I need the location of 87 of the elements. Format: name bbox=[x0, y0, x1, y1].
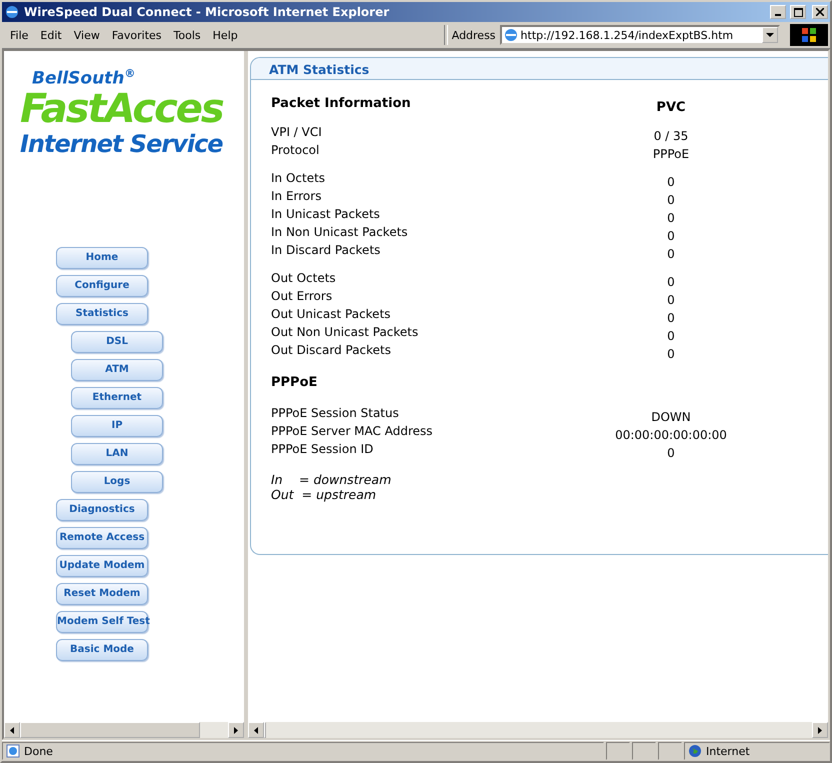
menu-item[interactable]: Edit bbox=[34, 26, 68, 44]
nav-button[interactable]: ATM bbox=[71, 358, 163, 381]
stat-value: 0 bbox=[666, 346, 676, 361]
section-heading: PPPoE bbox=[271, 375, 318, 390]
status-pane bbox=[658, 742, 682, 760]
panel-title: ATM Statistics bbox=[269, 62, 370, 77]
menu-item[interactable]: View bbox=[68, 26, 106, 44]
stat-label: In Non Unicast Packets bbox=[271, 225, 409, 241]
nav-button[interactable]: Logs bbox=[71, 470, 163, 493]
stat-value: 00:00:00:00:00:00 bbox=[614, 427, 728, 442]
scroll-right-arrow-icon[interactable] bbox=[816, 726, 824, 734]
legend-meaning: = upstream bbox=[302, 487, 376, 502]
close-icon bbox=[816, 8, 824, 16]
product-logo-text: FastAcces bbox=[20, 88, 223, 129]
stat-label: PPPoE Session ID bbox=[271, 442, 374, 458]
nav-button[interactable]: Diagnostics bbox=[56, 498, 148, 521]
stat-label: Out Errors bbox=[271, 289, 334, 305]
maximize-icon bbox=[794, 8, 802, 16]
scroll-left-arrow-icon[interactable] bbox=[252, 726, 260, 734]
stat-value: 0 bbox=[666, 274, 676, 289]
tagline-logo-text: Internet Service bbox=[20, 128, 223, 159]
close-button[interactable] bbox=[812, 5, 828, 19]
stat-label: PPPoE Server MAC Address bbox=[271, 424, 434, 440]
nav-button[interactable]: Configure bbox=[56, 274, 148, 297]
dropdown-arrow-icon[interactable] bbox=[766, 30, 774, 40]
nav-button[interactable]: Ethernet bbox=[71, 386, 163, 409]
stat-label: Protocol bbox=[271, 143, 320, 159]
windows-logo-icon bbox=[801, 27, 817, 43]
stat-label: Out Octets bbox=[271, 271, 337, 287]
scroll-right-arrow-icon[interactable] bbox=[232, 726, 240, 734]
address-field[interactable]: http://192.168.1.254/indexExptBS.htm bbox=[500, 25, 780, 45]
legend-term: In bbox=[271, 472, 284, 487]
page-icon bbox=[504, 28, 518, 42]
window-title: WireSpeed Dual Connect - Microsoft Internet Explorer bbox=[24, 5, 390, 19]
address-label: Address bbox=[452, 28, 496, 42]
nav-button[interactable]: LAN bbox=[71, 442, 163, 465]
status-text: Done bbox=[24, 744, 53, 758]
brand-logo-text: BellSouth$^{®}$ bbox=[32, 67, 136, 89]
stat-label: VPI / VCI bbox=[271, 125, 323, 141]
stat-value: 0 / 35 bbox=[652, 128, 690, 143]
stat-label: Out Non Unicast Packets bbox=[271, 325, 420, 341]
stat-label: In Errors bbox=[271, 189, 322, 205]
menu-item[interactable]: Tools bbox=[168, 26, 207, 44]
zone-text: Internet bbox=[706, 744, 750, 758]
stat-label: PPPoE Session Status bbox=[271, 406, 400, 422]
nav-button[interactable]: IP bbox=[71, 414, 163, 437]
stat-label: In Discard Packets bbox=[271, 243, 382, 259]
section-heading: Packet Information bbox=[271, 96, 412, 113]
browser-icon bbox=[4, 4, 20, 20]
stat-value: 0 bbox=[666, 174, 676, 189]
stat-value: DOWN bbox=[650, 409, 692, 424]
minimize-button[interactable] bbox=[770, 5, 786, 19]
stat-value: 0 bbox=[666, 328, 676, 343]
stat-value: 0 bbox=[666, 210, 676, 225]
menu-item[interactable]: File bbox=[4, 26, 34, 44]
legend-meaning: = downstream bbox=[299, 472, 392, 487]
stat-label: Out Discard Packets bbox=[271, 343, 392, 359]
nav-button[interactable]: Statistics bbox=[56, 302, 148, 325]
stat-value: 0 bbox=[666, 228, 676, 243]
maximize-button[interactable] bbox=[790, 5, 806, 19]
stat-value: 0 bbox=[666, 445, 676, 460]
nav-button[interactable]: Home bbox=[56, 246, 148, 269]
nav-button[interactable]: Remote Access bbox=[56, 526, 148, 549]
column-heading: PVC bbox=[655, 99, 687, 115]
nav-button[interactable]: Modem Self Test bbox=[56, 610, 148, 633]
stat-value: 0 bbox=[666, 310, 676, 325]
nav-button[interactable]: Basic Mode bbox=[56, 638, 148, 661]
status-pane bbox=[606, 742, 630, 760]
stat-label: In Octets bbox=[271, 171, 326, 187]
globe-icon bbox=[688, 744, 702, 758]
status-pane bbox=[632, 742, 656, 760]
nav-button[interactable]: Update Modem bbox=[56, 554, 148, 577]
menu-item[interactable]: Favorites bbox=[106, 26, 168, 44]
stat-value: 0 bbox=[666, 192, 676, 207]
menu-item[interactable]: Help bbox=[206, 26, 244, 44]
nav-button[interactable]: Reset Modem bbox=[56, 582, 148, 605]
horizontal-scrollbar[interactable] bbox=[248, 722, 828, 738]
stat-value: 0 bbox=[666, 292, 676, 307]
horizontal-scrollbar[interactable] bbox=[4, 722, 244, 738]
stat-label: Out Unicast Packets bbox=[271, 307, 392, 323]
page-icon bbox=[6, 744, 20, 758]
stat-label: In Unicast Packets bbox=[271, 207, 381, 223]
stat-value: PPPoE bbox=[652, 146, 690, 161]
nav-button[interactable]: DSL bbox=[71, 330, 163, 353]
scroll-left-arrow-icon[interactable] bbox=[8, 726, 16, 734]
stat-value: 0 bbox=[666, 246, 676, 261]
legend-term: Out bbox=[271, 487, 294, 502]
